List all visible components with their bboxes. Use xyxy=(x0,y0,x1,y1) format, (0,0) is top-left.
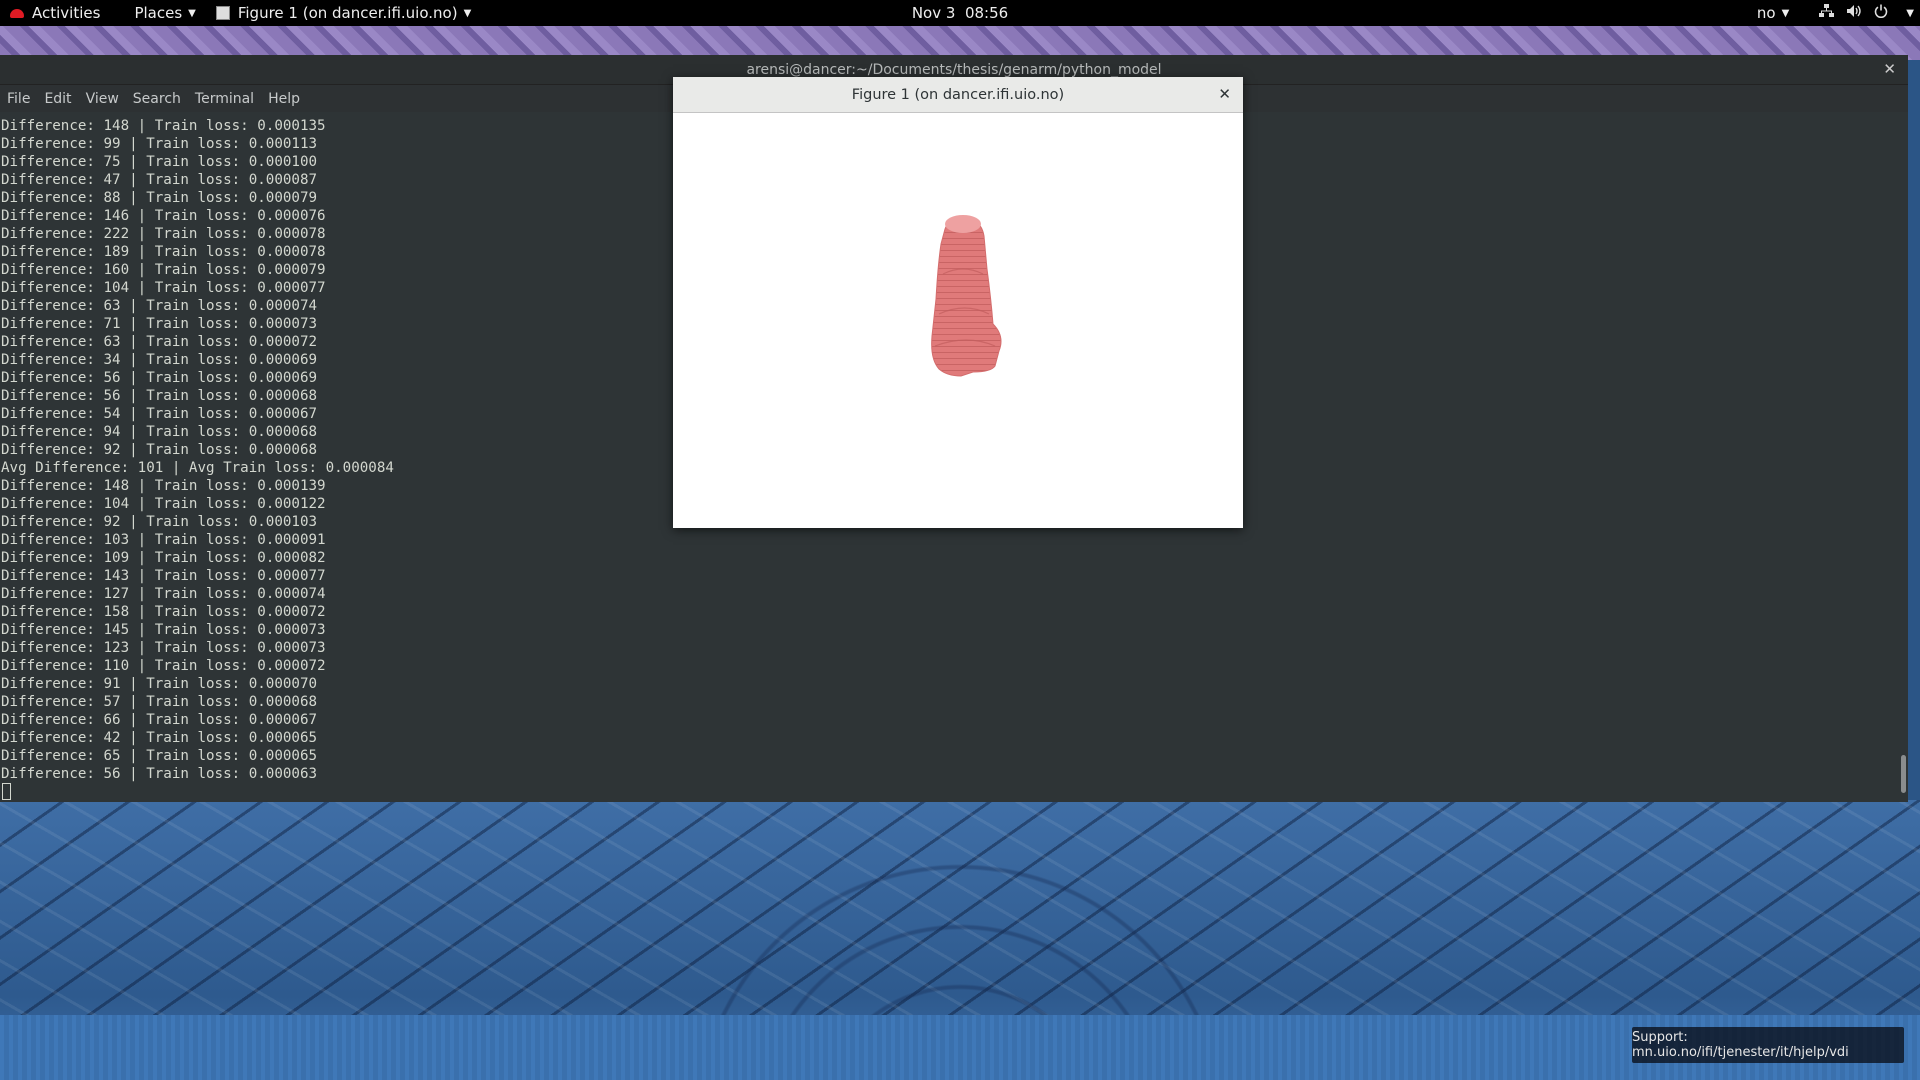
redhat-logo-icon xyxy=(10,8,24,18)
keyboard-layout-label: no xyxy=(1756,4,1776,22)
keyboard-layout-menu[interactable]: no ▼ xyxy=(1757,4,1789,22)
terminal-line: Difference: 91 | Train loss: 0.000070 xyxy=(1,676,318,692)
close-icon[interactable]: ✕ xyxy=(1883,60,1896,78)
power-icon xyxy=(1874,4,1888,22)
chevron-down-icon: ▼ xyxy=(188,7,196,19)
terminal-line: Difference: 42 | Train loss: 0.000065 xyxy=(1,730,318,746)
terminal-title: arensi@dancer:~/Documents/thesis/genarm/… xyxy=(746,61,1162,78)
terminal-line: Difference: 110 | Train loss: 0.000072 xyxy=(1,658,326,674)
figure-window[interactable]: Figure 1 (on dancer.ifi.uio.no) ✕ xyxy=(673,77,1243,528)
terminal-line: Difference: 127 | Train loss: 0.000074 xyxy=(1,586,326,602)
terminal-line: Difference: 158 | Train loss: 0.000072 xyxy=(1,604,326,620)
support-text: Support: mn.uio.no/ifi/tjenester/it/hjel… xyxy=(1632,1030,1849,1060)
menu-search[interactable]: Search xyxy=(126,91,188,107)
terminal-line: Difference: 57 | Train loss: 0.000068 xyxy=(1,694,318,710)
figure-title: Figure 1 (on dancer.ifi.uio.no) xyxy=(851,86,1065,103)
app-menu[interactable]: Figure 1 (on dancer.ifi.uio.no) ▼ xyxy=(206,0,481,26)
chevron-down-icon: ▼ xyxy=(463,7,472,19)
chevron-down-icon: ▼ xyxy=(1906,7,1914,19)
menu-file[interactable]: File xyxy=(0,91,37,107)
terminal-line: Difference: 123 | Train loss: 0.000073 xyxy=(1,640,326,656)
voxel-model-render xyxy=(931,215,1002,377)
terminal-prompt-line[interactable] xyxy=(0,783,1900,801)
terminal-line: Difference: 143 | Train loss: 0.000077 xyxy=(1,568,326,584)
terminal-line: Difference: 66 | Train loss: 0.000067 xyxy=(1,712,318,728)
system-menu[interactable]: ▼ xyxy=(1819,4,1914,22)
terminal-line: Difference: 145 | Train loss: 0.000073 xyxy=(1,622,326,638)
network-icon xyxy=(1819,4,1835,22)
top-bar: Activities Places ▼ Figure 1 (on dancer.… xyxy=(0,0,1920,26)
terminal-line: Difference: 56 | Train loss: 0.000063 xyxy=(1,766,318,782)
clock[interactable]: Nov 3 08:56 xyxy=(902,0,1018,26)
terminal-scrollbar[interactable] xyxy=(1901,755,1906,793)
figure-titlebar[interactable]: Figure 1 (on dancer.ifi.uio.no) ✕ xyxy=(673,77,1243,113)
activities-button[interactable]: Activities xyxy=(0,0,110,26)
terminal-line: Difference: 65 | Train loss: 0.000065 xyxy=(1,748,318,764)
places-menu[interactable]: Places ▼ xyxy=(124,0,205,26)
chevron-down-icon: ▼ xyxy=(1781,7,1790,19)
support-notice: Support: mn.uio.no/ifi/tjenester/it/hjel… xyxy=(1632,1027,1904,1063)
terminal-cursor xyxy=(2,783,11,800)
figure-app-icon xyxy=(215,6,230,20)
app-menu-label: Figure 1 (on dancer.ifi.uio.no) xyxy=(237,4,458,22)
clock-label: Nov 3 08:56 xyxy=(911,4,1009,22)
terminal-line: Difference: 103 | Train loss: 0.000091 xyxy=(1,532,326,548)
menu-terminal[interactable]: Terminal xyxy=(188,91,261,107)
menu-help[interactable]: Help xyxy=(261,91,307,107)
figure-canvas[interactable] xyxy=(673,114,1243,528)
terminal-line: Difference: 109 | Train loss: 0.000082 xyxy=(1,550,326,566)
menu-edit[interactable]: Edit xyxy=(37,91,78,107)
activities-label: Activities xyxy=(32,4,101,22)
close-icon[interactable]: ✕ xyxy=(1218,85,1231,103)
menu-view[interactable]: View xyxy=(79,91,126,107)
places-label: Places xyxy=(134,4,183,22)
volume-icon xyxy=(1846,4,1862,22)
